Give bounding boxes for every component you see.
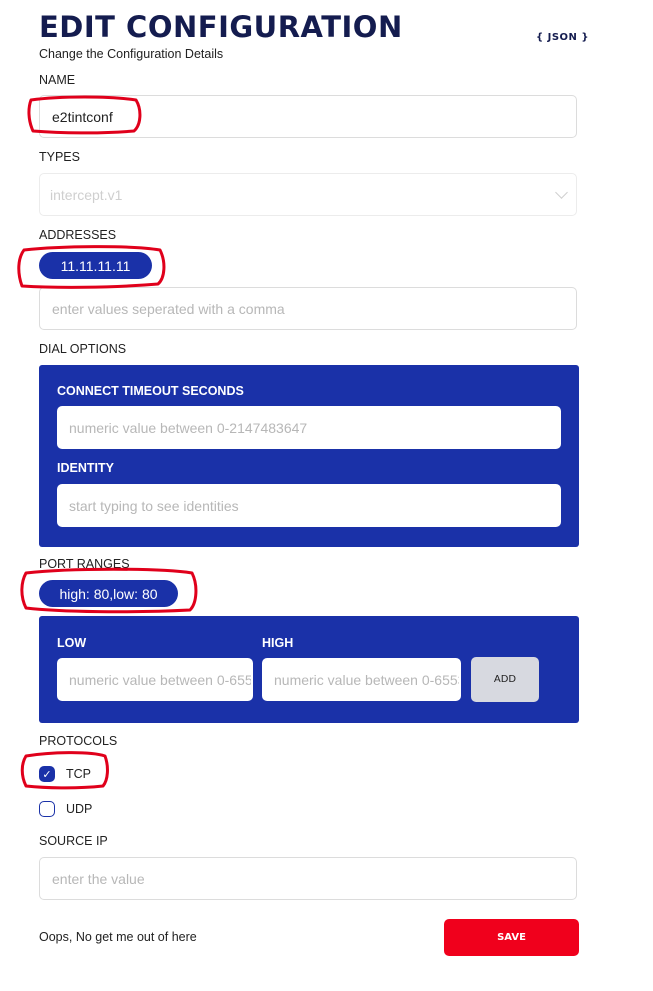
dial-options-label: DIAL OPTIONS <box>39 342 127 356</box>
types-selected-value: intercept.v1 <box>50 186 123 203</box>
port-range-tag[interactable]: high: 80,low: 80 <box>39 580 178 607</box>
low-label: LOW <box>57 636 87 650</box>
tcp-label: TCP <box>66 767 91 781</box>
check-icon: ✓ <box>42 768 52 781</box>
identity-input[interactable] <box>67 496 561 515</box>
page-title: EDIT CONFIGURATION <box>39 10 403 44</box>
chevron-down-icon <box>555 185 568 199</box>
high-input[interactable] <box>272 670 461 689</box>
low-input[interactable] <box>67 670 253 689</box>
cancel-link[interactable]: Oops, No get me out of here <box>39 930 197 944</box>
json-toggle-link[interactable]: { JSON } <box>536 32 589 43</box>
high-field[interactable] <box>262 658 461 701</box>
page-subtitle: Change the Configuration Details <box>39 47 224 61</box>
types-select[interactable]: intercept.v1 <box>39 173 577 216</box>
protocols-label: PROTOCOLS <box>39 734 118 748</box>
timeout-field[interactable] <box>57 406 561 449</box>
port-ranges-panel: LOW HIGH ADD <box>39 616 579 723</box>
name-field[interactable] <box>39 95 577 138</box>
dial-options-panel: CONNECT TIMEOUT SECONDS IDENTITY <box>39 365 579 547</box>
port-ranges-label: PORT RANGES <box>39 557 130 571</box>
name-input[interactable] <box>50 107 576 126</box>
types-label: TYPES <box>39 150 80 164</box>
tcp-checkbox[interactable]: ✓ <box>39 766 55 782</box>
high-label: HIGH <box>262 636 294 650</box>
timeout-label: CONNECT TIMEOUT SECONDS <box>57 384 244 398</box>
source-ip-label: SOURCE IP <box>39 834 108 848</box>
save-button[interactable]: SAVE <box>444 919 579 956</box>
identity-field[interactable] <box>57 484 561 527</box>
address-tag[interactable]: 11.11.11.11 <box>39 252 152 279</box>
protocol-udp-option[interactable]: UDP <box>39 801 92 817</box>
add-port-range-button[interactable]: ADD <box>471 657 539 702</box>
addresses-label: ADDRESSES <box>39 228 117 242</box>
protocol-tcp-option[interactable]: ✓ TCP <box>39 766 91 782</box>
identity-label: IDENTITY <box>57 461 114 475</box>
timeout-input[interactable] <box>67 418 561 437</box>
source-ip-field[interactable] <box>39 857 577 900</box>
addresses-field[interactable] <box>39 287 577 330</box>
name-label: NAME <box>39 73 76 87</box>
udp-label: UDP <box>66 802 93 816</box>
addresses-input[interactable] <box>50 299 576 318</box>
udp-checkbox[interactable] <box>39 801 55 817</box>
low-field[interactable] <box>57 658 253 701</box>
source-ip-input[interactable] <box>50 869 576 888</box>
